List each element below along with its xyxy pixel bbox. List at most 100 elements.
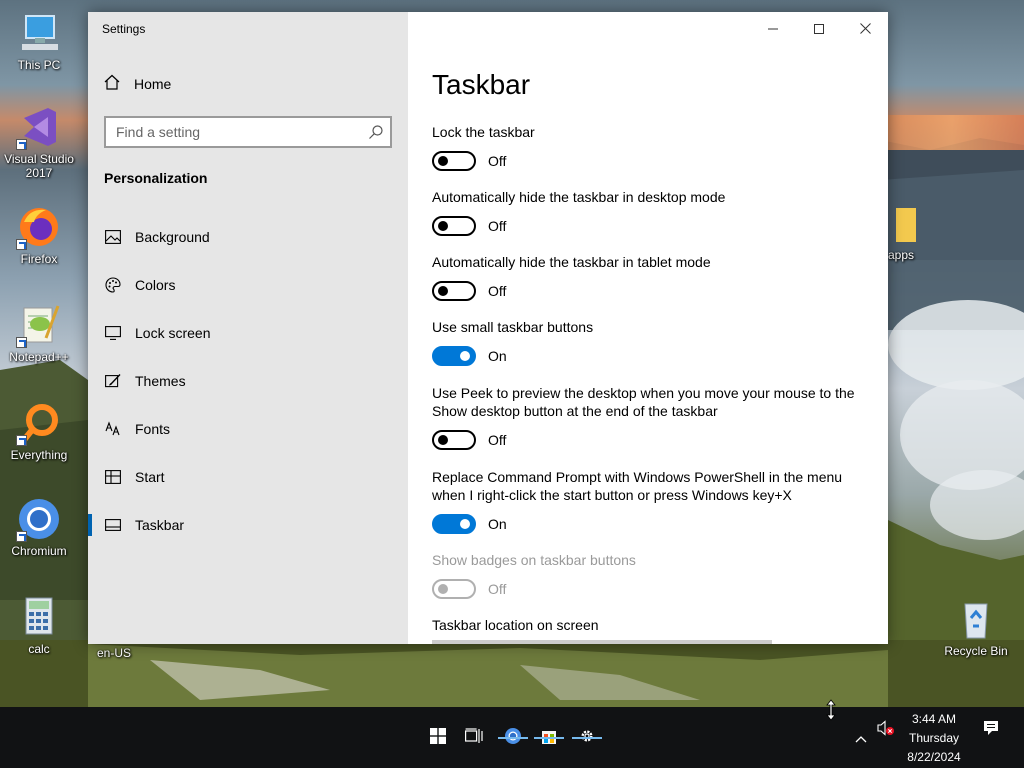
picture-icon (104, 228, 122, 246)
firefox-icon (16, 204, 62, 250)
toggle-switch[interactable] (432, 151, 476, 171)
setting-label: Replace Command Prompt with Windows Powe… (432, 469, 843, 503)
sidebar-item-label: Themes (135, 373, 186, 389)
settings-sidebar: Settings Home Personalization Background (88, 12, 408, 644)
desktop-icon-label: This PC (17, 58, 61, 72)
sidebar-item-colors[interactable]: Colors (88, 265, 408, 305)
setting-small-buttons: Use small taskbar buttons On (432, 318, 872, 366)
toggle-state: Off (488, 283, 507, 299)
desktop-icon-firefox[interactable]: Firefox (0, 204, 78, 266)
toggle-switch[interactable] (432, 346, 476, 366)
setting-label: Automatically hide the taskbar in tablet… (432, 254, 711, 270)
toggle-state: On (488, 516, 507, 532)
magnifier-icon (16, 400, 62, 446)
taskbar-settings-button[interactable] (572, 707, 602, 768)
desktop-icon-label: Notepad++ (9, 350, 69, 364)
task-view-button[interactable] (458, 707, 490, 768)
sidebar-item-start[interactable]: Start (88, 457, 408, 497)
notepad-plus-plus-icon (16, 302, 62, 348)
desktop-icon-everything[interactable]: Everything (0, 400, 78, 462)
toggle-state: Off (488, 581, 507, 597)
desktop-icon-visual-studio[interactable]: Visual Studio 2017 (0, 104, 78, 180)
sidebar-item-fonts[interactable]: Fonts (88, 409, 408, 449)
monitor-icon (104, 324, 122, 342)
desktop-icon-notepad-plus-plus[interactable]: Notepad++ (0, 302, 78, 364)
sidebar-item-themes[interactable]: Themes (88, 361, 408, 401)
search-box[interactable] (104, 116, 392, 148)
shortcut-arrow-icon (16, 435, 27, 446)
search-input[interactable] (106, 118, 356, 146)
desktop-icon-this-pc[interactable]: This PC (0, 10, 78, 72)
shortcut-arrow-icon (16, 531, 27, 542)
settings-content: Taskbar Lock the taskbar Off Automatical… (432, 12, 872, 644)
desktop-icon-label: Firefox (20, 252, 58, 266)
taskbar: 3:44 AM Thursday 8/22/2024 (0, 699, 1024, 768)
home-label: Home (134, 75, 172, 92)
clock-day[interactable]: Thursday (900, 731, 968, 745)
settings-window: Settings Home Personalization Background (88, 12, 888, 644)
clock-time[interactable]: 3:44 AM (900, 712, 968, 726)
setting-lock-taskbar: Lock the taskbar Off (432, 123, 872, 171)
setting-label: Use small taskbar buttons (432, 319, 594, 335)
setting-show-badges: Show badges on taskbar buttons Off (432, 551, 872, 599)
sidebar-item-background[interactable]: Background (88, 217, 408, 257)
shortcut-arrow-icon (16, 139, 27, 150)
home-icon (104, 74, 134, 93)
setting-powershell: Replace Command Prompt with Windows Powe… (432, 468, 862, 534)
desktop-icon-label: Visual Studio 2017 (4, 152, 74, 180)
volume-button[interactable] (874, 699, 898, 760)
setting-label: Use Peek to preview the desktop when you… (432, 385, 855, 419)
toggle-switch[interactable] (432, 216, 476, 236)
sidebar-item-label: Lock screen (135, 325, 211, 341)
setting-label: Lock the taskbar (432, 124, 535, 140)
desktop-icon-calc[interactable]: calc (0, 594, 78, 656)
notification-icon (983, 720, 999, 740)
toggle-switch[interactable] (432, 281, 476, 301)
desktop-icon-en-us[interactable]: en-US (76, 646, 152, 660)
toggle-state: Off (488, 218, 507, 234)
toggle-state: Off (488, 432, 507, 448)
running-indicator (498, 737, 528, 739)
taskbar-location-dropdown[interactable] (432, 640, 772, 644)
toggle-switch[interactable] (432, 514, 476, 534)
home-nav-item[interactable]: Home (104, 74, 171, 93)
toggle-state: On (488, 348, 507, 364)
toggle-state: Off (488, 153, 507, 169)
task-view-icon (465, 727, 483, 748)
setting-label: Taskbar location on screen (432, 617, 599, 633)
chromium-icon (16, 496, 62, 542)
palette-icon (104, 276, 122, 294)
desktop-icon-chromium[interactable]: Chromium (0, 496, 78, 558)
visual-studio-icon (16, 104, 62, 150)
sidebar-item-label: Taskbar (135, 517, 185, 533)
desktop-icon-recycle-bin[interactable]: Recycle Bin (938, 596, 1014, 658)
setting-peek: Use Peek to preview the desktop when you… (432, 384, 862, 450)
windows-logo-icon (430, 727, 446, 748)
action-center-button[interactable] (978, 699, 1004, 760)
chevron-up-icon (855, 728, 867, 747)
sidebar-item-label: Start (135, 469, 165, 485)
sidebar-item-taskbar[interactable]: Taskbar (88, 505, 408, 545)
setting-taskbar-location: Taskbar location on screen (432, 616, 872, 634)
setting-label: Show badges on taskbar buttons (432, 552, 636, 568)
show-hidden-icons-button[interactable] (848, 707, 874, 768)
setting-label: Automatically hide the taskbar in deskto… (432, 189, 726, 205)
sidebar-item-label: Background (135, 229, 210, 245)
window-title: Settings (102, 22, 146, 36)
sidebar-item-label: Colors (135, 277, 176, 293)
search-icon[interactable] (368, 124, 384, 144)
computer-icon (16, 10, 62, 56)
resize-cursor (820, 697, 842, 727)
taskbar-icon (104, 516, 122, 534)
taskbar-store-button[interactable] (534, 707, 564, 768)
setting-autohide-tablet: Automatically hide the taskbar in tablet… (432, 253, 872, 301)
section-title: Personalization (104, 170, 208, 186)
start-grid-icon (104, 468, 122, 486)
toggle-switch[interactable] (432, 430, 476, 450)
sidebar-item-lock-screen[interactable]: Lock screen (88, 313, 408, 353)
vertical-resize-cursor-icon (826, 699, 836, 725)
clock-date[interactable]: 8/22/2024 (900, 750, 968, 764)
taskbar-chromium-button[interactable] (498, 707, 528, 768)
desktop-icon-label: en-US (96, 646, 131, 660)
start-button[interactable] (420, 707, 456, 768)
